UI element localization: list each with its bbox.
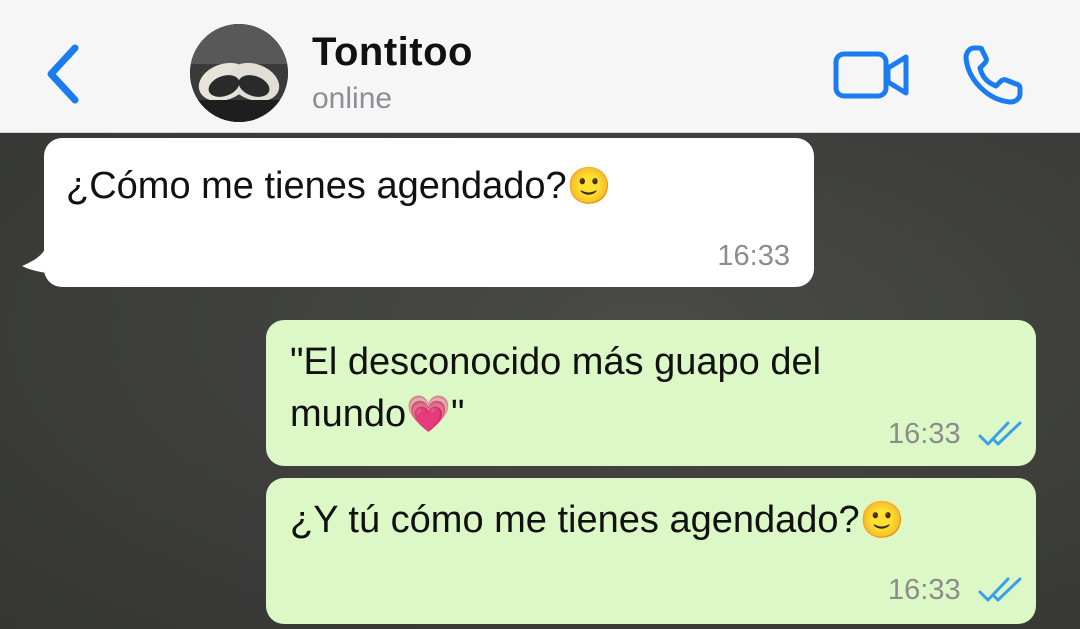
- contact-name[interactable]: Tontitoo: [312, 30, 473, 75]
- outgoing-message[interactable]: "El desconocido más guapo del mundo💗" 16:…: [266, 320, 1036, 466]
- double-check-icon: [978, 577, 1022, 602]
- growing-heart-emoji: 💗: [406, 393, 452, 434]
- message-text: ¿Cómo me tienes agendado?🙂: [66, 160, 611, 212]
- message-time: 16:33: [888, 418, 961, 450]
- avatar-image: [190, 24, 288, 122]
- video-camera-icon: [833, 51, 909, 99]
- avatar[interactable]: [190, 24, 288, 122]
- back-button[interactable]: [38, 42, 88, 106]
- slightly-smiling-face-emoji: 🙂: [566, 165, 612, 206]
- message-text-content: ¿Y tú cómo me tienes agendado?: [290, 499, 860, 541]
- outgoing-message[interactable]: ¿Y tú cómo me tienes agendado?🙂 16:33: [266, 478, 1036, 624]
- chat-header: Tontitoo online: [0, 0, 1080, 133]
- phone-icon: [963, 45, 1023, 105]
- message-time: 16:33: [888, 574, 961, 606]
- message-time: 16:33: [717, 240, 790, 272]
- voice-call-button[interactable]: [960, 42, 1028, 108]
- video-call-button[interactable]: [832, 48, 912, 102]
- slightly-smiling-face-emoji: 🙂: [859, 499, 905, 540]
- contact-status: online: [312, 82, 393, 115]
- message-text-closing-quote: ": [451, 393, 465, 435]
- message-text-content: ¿Cómo me tienes agendado?: [66, 165, 567, 207]
- message-text: ¿Y tú cómo me tienes agendado?🙂: [290, 494, 905, 546]
- message-text-line1: "El desconocido más guapo del: [290, 341, 822, 383]
- incoming-message[interactable]: ¿Cómo me tienes agendado?🙂 16:33: [44, 138, 814, 287]
- message-text-line2: mundo: [290, 393, 407, 435]
- chevron-left-icon: [47, 44, 79, 104]
- double-check-icon: [978, 421, 1022, 446]
- message-text: "El desconocido más guapo del mundo💗": [290, 336, 821, 440]
